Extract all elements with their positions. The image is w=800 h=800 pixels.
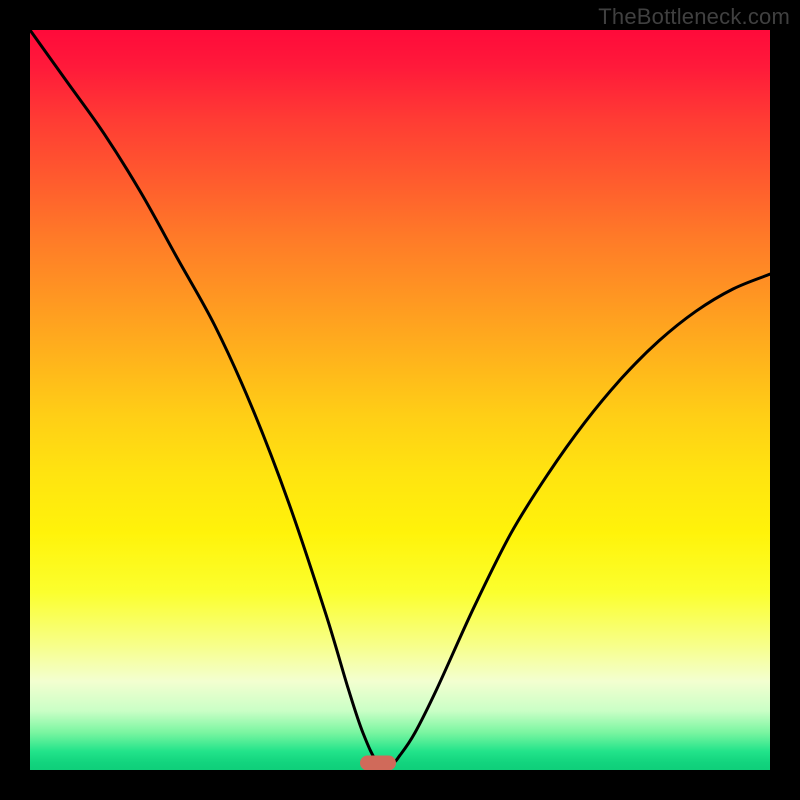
- chart-frame: TheBottleneck.com: [0, 0, 800, 800]
- plot-area: [30, 30, 770, 770]
- watermark-text: TheBottleneck.com: [598, 4, 790, 30]
- bottleneck-curve: [30, 30, 770, 765]
- optimal-point-marker: [360, 755, 396, 770]
- bottleneck-curve-svg: [30, 30, 770, 770]
